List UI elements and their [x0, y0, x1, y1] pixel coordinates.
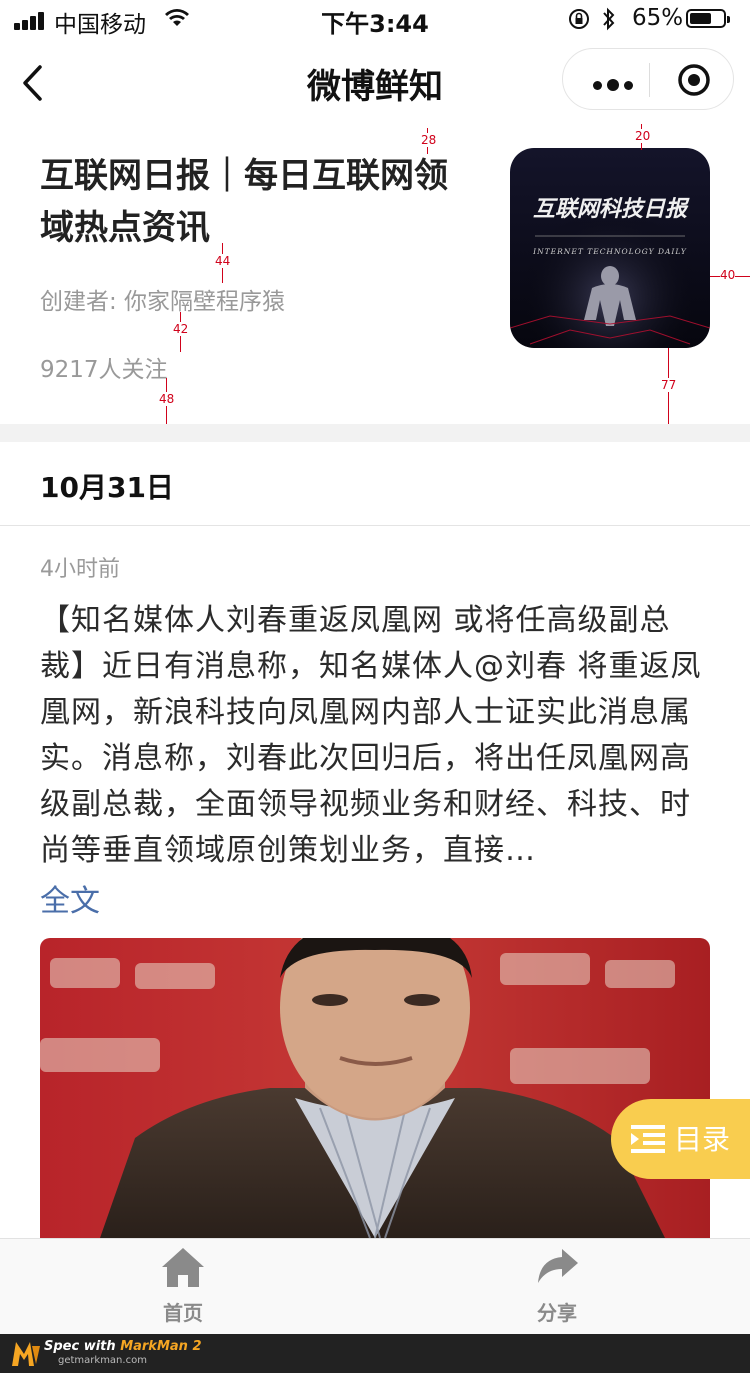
channel-creator: 创建者: 你家隔壁程序猿: [40, 289, 286, 315]
battery-percent: 65%: [632, 5, 684, 31]
cover-title: 互联网科技日报: [533, 197, 690, 222]
share-icon: [538, 1249, 578, 1283]
post-time: 4小时前: [40, 557, 120, 582]
toc-label: 目录: [674, 1123, 731, 1156]
tab-share[interactable]: 分享: [477, 1245, 637, 1326]
status-bar: 中国移动 下午3:44 65%: [0, 0, 750, 40]
rotation-lock-icon: [567, 7, 591, 37]
post-image[interactable]: [40, 938, 710, 1238]
footer-spec-line: Spec with MarkMan 2: [44, 1339, 202, 1354]
markman-logo-icon: [12, 1342, 40, 1366]
bluetooth-icon: [601, 6, 617, 38]
bottom-tab-bar: 首页 分享: [0, 1238, 750, 1335]
measure-label: 40: [720, 268, 736, 282]
measure-label: 42: [173, 322, 189, 336]
tab-home[interactable]: 首页: [103, 1245, 263, 1326]
capsule-divider: [649, 63, 650, 97]
target-icon: [678, 64, 710, 96]
section-divider: [0, 424, 750, 442]
more-menu-button[interactable]: [593, 75, 638, 94]
home-icon: [162, 1248, 204, 1287]
channel-cover-image: 互联网科技日报 INTERNET TECHNOLOGY DAILY: [510, 148, 710, 348]
measure-label: 48: [159, 392, 175, 406]
toc-button[interactable]: 目录: [611, 1099, 750, 1179]
tab-home-label: 首页: [163, 1301, 203, 1325]
post-text[interactable]: 【知名媒体人刘春重返凤凰网 或将任高级副总裁】近日有消息称，知名媒体人@刘春 将…: [40, 598, 712, 874]
divider: [0, 525, 750, 526]
measure-label: 44: [215, 254, 231, 268]
miniapp-capsule: [562, 48, 734, 110]
read-full-link[interactable]: 全文: [40, 876, 100, 920]
battery-icon: [686, 9, 730, 28]
channel-followers: 9217人关注: [40, 357, 168, 383]
cover-subtitle: INTERNET TECHNOLOGY DAILY: [532, 247, 687, 256]
footer-site: getmarkman.com: [58, 1355, 147, 1366]
feed-date: 10月31日: [40, 471, 174, 504]
markman-footer: Spec with MarkMan 2 getmarkman.com: [0, 1334, 750, 1373]
measure-label: 20: [635, 129, 651, 143]
measure-label: 77: [661, 378, 677, 392]
measure-label: 28: [421, 133, 437, 147]
tab-share-label: 分享: [537, 1301, 577, 1325]
footer-spec-text: Spec with: [44, 1339, 116, 1354]
close-miniapp-button[interactable]: [676, 62, 712, 98]
toc-list-icon: [631, 1125, 665, 1153]
footer-brand: MarkMan 2: [120, 1339, 202, 1354]
channel-title: 互联网日报｜每日互联网领域热点资讯: [40, 156, 448, 248]
